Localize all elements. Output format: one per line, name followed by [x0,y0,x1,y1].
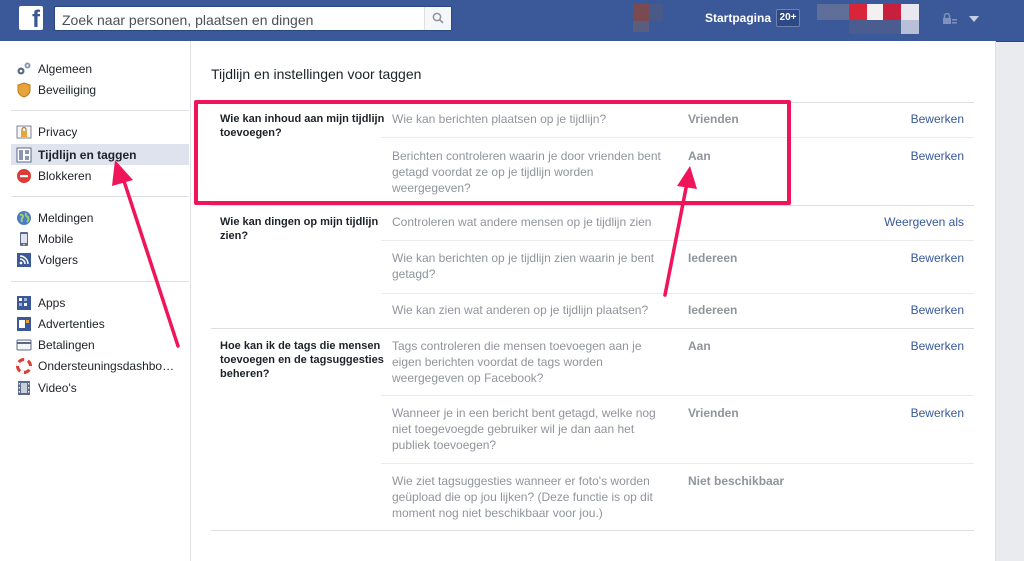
annotation-arrow-right [663,166,697,297]
annotation-arrow-left [112,160,180,348]
annotation-arrows [112,160,697,348]
